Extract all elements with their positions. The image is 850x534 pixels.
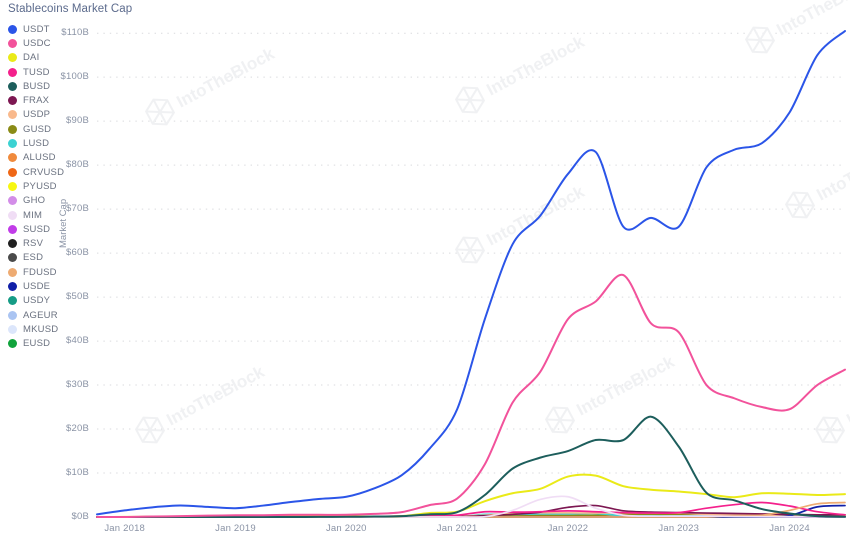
- x-axis-tick-label: Jan 2021: [417, 523, 497, 534]
- svg-text:IntoTheBlock: IntoTheBlock: [573, 352, 677, 420]
- x-axis-tick-label: Jan 2020: [306, 523, 386, 534]
- x-axis-tick-label: Jan 2019: [196, 523, 276, 534]
- y-axis-tick-label: $50B: [45, 291, 89, 302]
- watermark: IntoTheBlock: [453, 177, 590, 268]
- watermark: IntoTheBlock: [453, 27, 590, 118]
- y-axis-tick-label: $10B: [45, 467, 89, 478]
- y-axis-tick-label: $80B: [45, 159, 89, 170]
- svg-text:IntoTheBlock: IntoTheBlock: [163, 362, 267, 430]
- y-axis-tick-label: $30B: [45, 379, 89, 390]
- svg-text:IntoTheBlock: IntoTheBlock: [483, 182, 587, 250]
- svg-text:IntoTheBlock: IntoTheBlock: [813, 137, 850, 205]
- x-axis-tick-label: Jan 2024: [750, 523, 830, 534]
- watermark: IntoTheBlock: [743, 0, 850, 58]
- svg-text:IntoTheBlock: IntoTheBlock: [483, 32, 587, 100]
- y-axis-tick-label: $20B: [45, 423, 89, 434]
- svg-text:IntoTheBlock: IntoTheBlock: [173, 44, 277, 112]
- x-axis-tick-label: Jan 2022: [528, 523, 608, 534]
- y-axis-tick-label: $60B: [45, 247, 89, 258]
- svg-text:IntoTheBlock: IntoTheBlock: [773, 0, 850, 39]
- chart-svg: IntoTheBlock IntoTheBlock IntoTheBlock Into…: [0, 0, 850, 532]
- chart-root: Stablecoins Market Cap USDTUSDCDAITUSDBU…: [0, 0, 850, 532]
- svg-text:IntoTheBlock: IntoTheBlock: [843, 362, 850, 430]
- watermark: IntoTheBlock: [543, 347, 680, 438]
- y-axis-tick-label: $110B: [45, 27, 89, 38]
- plot-area: IntoTheBlock IntoTheBlock IntoTheBlock Into…: [0, 0, 850, 532]
- y-axis-tick-label: $0B: [45, 511, 89, 522]
- watermark: IntoTheBlock: [143, 39, 280, 130]
- x-axis-tick-label: Jan 2018: [85, 523, 165, 534]
- x-axis-tick-label: Jan 2023: [639, 523, 719, 534]
- series-line-dai[interactable]: [97, 475, 845, 517]
- y-axis-tick-label: $40B: [45, 335, 89, 346]
- y-axis-tick-label: $70B: [45, 203, 89, 214]
- series-line-busd[interactable]: [97, 417, 845, 517]
- watermark: IntoTheBlock: [133, 357, 270, 448]
- y-axis-tick-label: $90B: [45, 115, 89, 126]
- y-axis-tick-label: $100B: [45, 71, 89, 82]
